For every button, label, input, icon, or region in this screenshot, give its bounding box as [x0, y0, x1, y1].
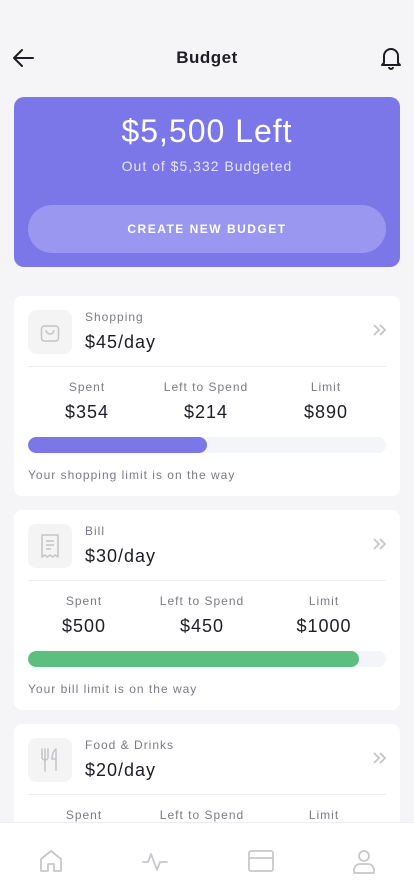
double-chevron-right-icon[interactable] [372, 322, 388, 338]
amount-left: $5,500 Left [121, 113, 293, 149]
left-to-spend-value: $214 [183, 402, 229, 422]
divider [28, 366, 386, 367]
limit-label: Limit [308, 594, 340, 608]
category-icon-box [28, 738, 72, 782]
page-title: Budget [176, 48, 238, 67]
left-to-spend-stat: Left to Spend $450 [142, 594, 262, 637]
budget-card-shopping[interactable]: Shopping $45/day Spent $354 Left to Spen… [14, 296, 400, 496]
left-to-spend-stat: Left to Spend [142, 808, 262, 822]
limit-stat: Limit [264, 808, 384, 822]
limit-value: $1000 [296, 616, 352, 636]
spent-value: $354 [64, 402, 110, 422]
home-icon[interactable] [37, 847, 65, 875]
category-icon-box [28, 524, 72, 568]
spent-stat: Spent [24, 808, 144, 822]
fork-knife-icon [41, 748, 57, 772]
shopping-bag-icon [40, 325, 60, 342]
receipt-icon [41, 534, 59, 558]
budget-card-bill[interactable]: Bill $30/day Spent $500 Left to Spend $4… [14, 510, 400, 710]
left-to-spend-stat: Left to Spend $214 [146, 380, 266, 423]
left-to-spend-label: Left to Spend [163, 380, 249, 394]
limit-stat: Limit $890 [266, 380, 386, 423]
progress-fill [28, 437, 207, 453]
budget-note: Your shopping limit is on the way [28, 468, 236, 482]
spent-stat: Spent $500 [24, 594, 144, 637]
spent-label: Spent [65, 808, 103, 822]
divider [28, 580, 386, 581]
limit-label: Limit [310, 380, 342, 394]
wallet-icon[interactable] [247, 847, 275, 875]
progress-bar [28, 651, 386, 667]
left-to-spend-value: $450 [179, 616, 225, 636]
bell-icon[interactable] [380, 46, 402, 70]
divider [28, 794, 386, 795]
create-new-budget-button[interactable]: CREATE NEW BUDGET [28, 205, 386, 253]
double-chevron-right-icon[interactable] [372, 750, 388, 766]
progress-fill [28, 651, 360, 667]
category-name: Bill [85, 524, 106, 538]
per-day-amount: $20/day [85, 760, 157, 780]
left-to-spend-label: Left to Spend [159, 808, 245, 822]
per-day-amount: $45/day [85, 332, 157, 352]
activity-icon[interactable] [141, 847, 169, 875]
progress-bar [28, 437, 386, 453]
category-icon-box [28, 310, 72, 354]
category-name: Shopping [85, 310, 144, 324]
limit-stat: Limit $1000 [264, 594, 384, 637]
spent-label: Spent [65, 594, 103, 608]
header: Budget [0, 0, 414, 96]
spent-label: Spent [68, 380, 106, 394]
double-chevron-right-icon[interactable] [372, 536, 388, 552]
per-day-amount: $30/day [85, 546, 157, 566]
budgeted-text: Out of $5,332 Budgeted [121, 158, 293, 174]
spent-stat: Spent $354 [27, 380, 147, 423]
category-name: Food & Drinks [85, 738, 175, 752]
spent-value: $500 [61, 616, 107, 636]
budget-summary-card: $5,500 Left Out of $5,332 Budgeted CREAT… [14, 97, 400, 267]
budget-note: Your bill limit is on the way [28, 682, 198, 696]
left-to-spend-label: Left to Spend [159, 594, 245, 608]
limit-value: $890 [303, 402, 349, 422]
bottom-tab-bar [0, 822, 414, 896]
profile-icon[interactable] [350, 847, 378, 875]
limit-label: Limit [308, 808, 340, 822]
